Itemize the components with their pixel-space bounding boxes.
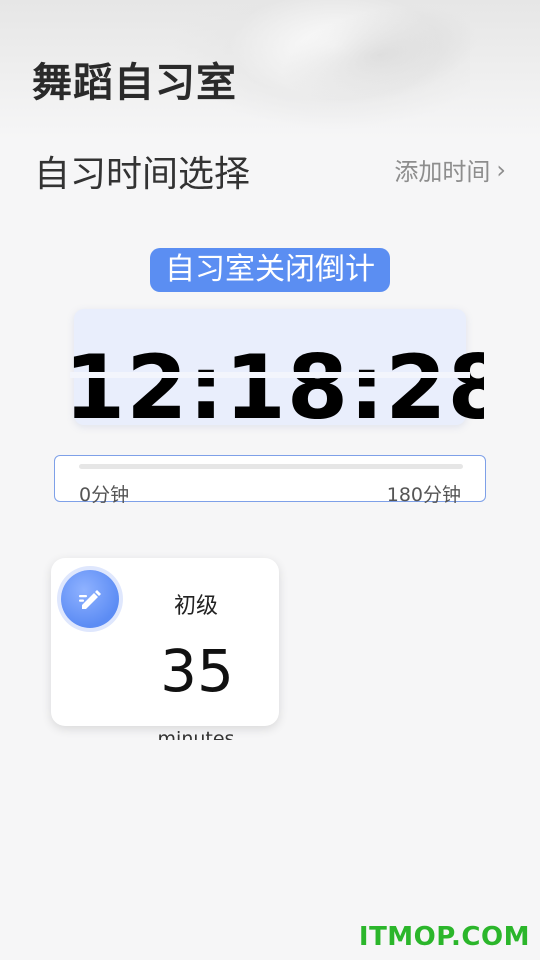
edit-icon	[61, 570, 119, 628]
level-name: 初级	[173, 594, 218, 619]
section-title: 自习时间选择	[34, 154, 251, 195]
level-card-beginner[interactable]: 初级 35 minutes	[51, 558, 279, 740]
flip-divider	[70, 372, 470, 378]
level-duration-value: 35	[160, 637, 234, 705]
slider-track[interactable]	[79, 464, 463, 469]
app-title: 舞蹈自习室	[32, 60, 237, 106]
watermark: ITMOP.COM	[358, 922, 530, 952]
duration-slider[interactable]: 0分钟 180分钟	[54, 455, 486, 506]
add-time-button[interactable]: 添加时间 ›	[394, 152, 506, 187]
slider-max-label: 180分钟	[386, 484, 461, 506]
countdown-badge: 自习室关闭倒计	[150, 248, 390, 292]
slider-min-label: 0分钟	[79, 484, 130, 506]
level-duration-unit: minutes	[157, 728, 235, 740]
add-time-label: 添加时间	[394, 158, 491, 186]
chevron-right-icon: ›	[496, 155, 506, 184]
countdown-time: 12:18:28	[64, 340, 484, 435]
